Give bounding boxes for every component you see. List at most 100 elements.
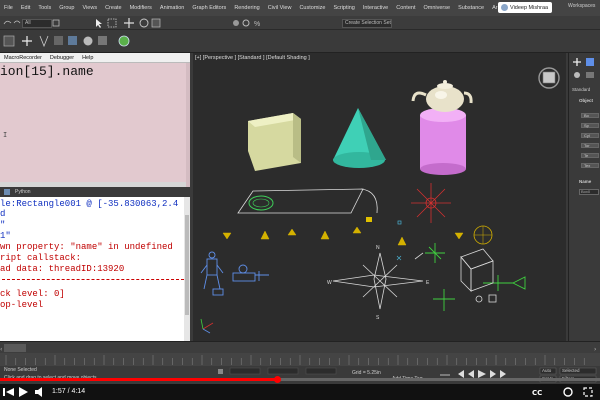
workspace-label[interactable]: Workspaces	[568, 3, 595, 9]
command-panel-tabs	[573, 58, 594, 78]
cone-object	[333, 108, 386, 168]
play-icon	[478, 370, 486, 378]
select-region-icon	[107, 18, 117, 28]
angle-snap-icon	[242, 19, 250, 27]
video-scrubber-handle[interactable]	[273, 376, 281, 383]
next-frame-icon	[490, 370, 496, 378]
torus-create-label: Tor	[584, 143, 590, 148]
output-line-1: le:Rectangle001 @ [-35.830063,2.4	[0, 199, 179, 209]
selection-filter-dropdown[interactable]: All	[22, 19, 52, 28]
select-arrow-icon	[96, 19, 102, 28]
output-line-2: d	[0, 209, 6, 219]
menu-interactive[interactable]: Interactive	[359, 5, 392, 11]
go-to-end-icon	[500, 370, 506, 378]
scene-objects: N W E S	[200, 67, 560, 334]
main-toolbar: % All Create Selection Set	[0, 16, 600, 30]
box-create-label: Bo	[584, 113, 589, 118]
menu-file[interactable]: File	[0, 5, 17, 11]
avatar	[501, 4, 508, 11]
player-control-icons: CC	[3, 387, 593, 397]
error-line-4: ck level: 0]	[0, 289, 65, 299]
red-point-helper	[411, 183, 451, 223]
sphere-create-button[interactable]: Sp	[581, 123, 599, 128]
listener-vertical-scrollbar[interactable]	[186, 63, 190, 187]
menu-omniverse[interactable]: Omniverse	[419, 5, 454, 11]
menu-substance[interactable]: Substance	[454, 5, 488, 11]
menu-views[interactable]: Views	[79, 5, 102, 11]
command-panel: Standard Object Bo Sp Cyl Tor Te Tex Nam…	[568, 53, 600, 341]
timeline-scroll-left-icon: ‹	[0, 346, 2, 353]
coordinate-field-y	[267, 367, 299, 375]
coordinate-field-z	[305, 367, 337, 375]
perspective-viewport[interactable]: [+] [Perspective ] [Standard ] [Default …	[193, 53, 566, 341]
green-helpers	[425, 243, 526, 311]
object-type-rollout-title[interactable]: Object	[579, 98, 593, 103]
listener-menu-macrorecorder[interactable]: MacroRecorder	[0, 55, 46, 61]
menu-modifiers[interactable]: Modifiers	[126, 5, 156, 11]
menu-rendering[interactable]: Rendering	[230, 5, 263, 11]
drag-icon	[22, 36, 32, 46]
video-progress-bar[interactable]	[0, 376, 600, 383]
menu-create[interactable]: Create	[101, 5, 126, 11]
listener-menu-help[interactable]: Help	[78, 55, 97, 61]
status-bar: None Selected Click and drag to select a…	[0, 366, 600, 384]
named-selection-dropdown[interactable]: Create Selection Set	[342, 19, 392, 28]
selection-filter-value: All	[25, 20, 31, 26]
text-cursor: I	[3, 132, 8, 140]
output-separator	[2, 279, 184, 280]
lock-icon	[218, 369, 223, 374]
previous-frame-icon	[468, 370, 474, 378]
main-toolbar-icons: %	[3, 18, 260, 28]
settings-gear-icon	[83, 36, 93, 46]
track-bar[interactable]	[0, 353, 600, 366]
menu-tools[interactable]: Tools	[34, 5, 55, 11]
previous-triangle-icon	[6, 388, 14, 396]
python-tab-label[interactable]: Python	[15, 189, 31, 195]
textplus-create-label: Tex	[584, 163, 591, 168]
secondary-toolbar-icons	[3, 35, 130, 48]
create-panel-icon	[573, 58, 581, 66]
listener-input-text[interactable]: ion[15].name	[0, 64, 94, 79]
menu-animation[interactable]: Animation	[156, 5, 188, 11]
textplus-create-button[interactable]: Tex	[581, 163, 599, 168]
error-line-5: op-level	[0, 300, 44, 310]
viewcube-icon	[538, 67, 560, 89]
object-name-field[interactable]: Box0	[579, 189, 599, 195]
user-account-button[interactable]: Videep Mishraa	[498, 2, 552, 13]
menu-scripting[interactable]: Scripting	[329, 5, 358, 11]
closed-captions-icon: CC	[532, 389, 542, 397]
compass-east-label: E	[426, 280, 430, 286]
auto-key-label[interactable]: Auto	[542, 368, 551, 373]
app-window: File Edit Tools Group Views Create Modif…	[0, 0, 600, 400]
status-bar-icons	[218, 367, 597, 383]
video-player-controls: CC 1:57 / 4:14	[0, 384, 600, 400]
error-line-1: wn property: "name" in undefined	[0, 242, 173, 252]
compass-north-label: N	[376, 245, 380, 251]
name-and-color-rollout-title[interactable]: Name	[579, 179, 591, 184]
compass-helper	[332, 252, 424, 310]
settings-icon	[563, 387, 573, 397]
secondary-toolbar	[0, 30, 600, 53]
python-output-scrollbar[interactable]	[184, 197, 190, 341]
selected-dropdown-label[interactable]: Selected	[562, 368, 580, 373]
menu-edit[interactable]: Edit	[17, 5, 34, 11]
python-panel-icon	[4, 189, 10, 195]
torus-create-button[interactable]: Tor	[581, 143, 599, 148]
menu-customize[interactable]: Customize	[295, 5, 329, 11]
time-slider-thumb	[4, 344, 26, 352]
error-line-3: ad data: threadID:13920	[0, 264, 125, 274]
menu-content[interactable]: Content	[392, 5, 419, 11]
menu-graph-editors[interactable]: Graph Editors	[188, 5, 230, 11]
previous-button	[3, 388, 5, 396]
material-editor-icon	[98, 36, 107, 45]
python-output-scroll-thumb[interactable]	[185, 215, 189, 315]
menu-group[interactable]: Group	[55, 5, 78, 11]
listener-menu-debugger[interactable]: Debugger	[46, 55, 78, 61]
cylinder-create-button[interactable]: Cyl	[581, 133, 599, 138]
timeline-scroll-right-icon: ›	[594, 346, 596, 353]
teapot-create-button[interactable]: Te	[581, 153, 599, 158]
box-create-button[interactable]: Bo	[581, 113, 599, 118]
menu-civil-view[interactable]: Civil View	[264, 5, 296, 11]
time-slider[interactable]: ‹ ›	[0, 341, 600, 353]
object-type-dropdown[interactable]: Standard	[572, 87, 590, 92]
